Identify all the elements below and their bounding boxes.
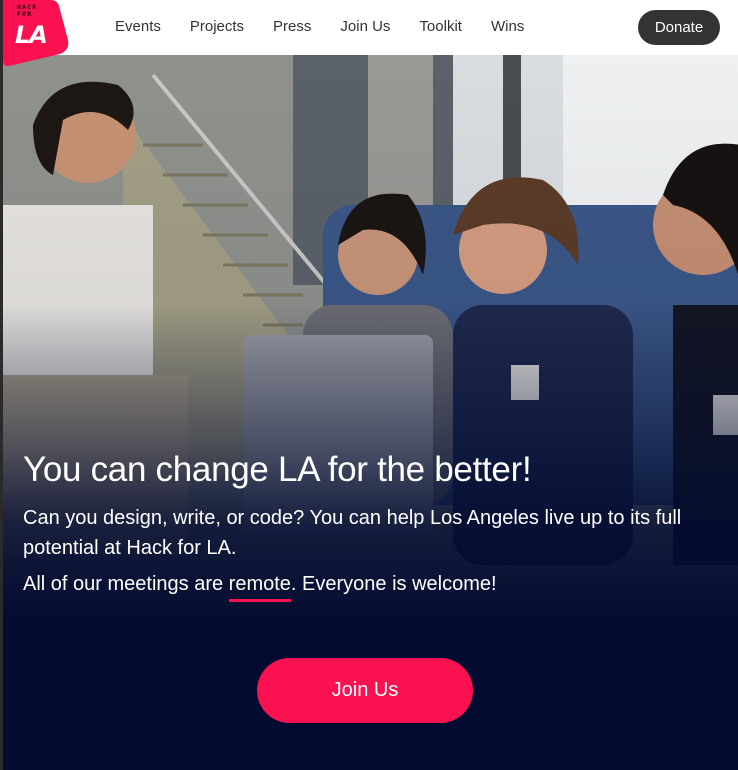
hack-for-la-logo[interactable]: HACK FOR LA [3, 0, 69, 66]
join-us-button[interactable]: Join Us [257, 658, 473, 723]
logo-text-la: LA [15, 21, 48, 49]
nav-toolkit[interactable]: Toolkit [419, 18, 462, 35]
site-header: HACK FOR LA Events Projects Press Join Us… [3, 0, 738, 66]
hero-headline: You can change LA for the better! [23, 450, 532, 489]
meetings-prefix: All of our meetings are [23, 573, 229, 595]
nav-join-us[interactable]: Join Us [340, 18, 390, 35]
hero-meetings-text: All of our meetings are remote. Everyone… [23, 573, 497, 602]
remote-highlight: remote [228, 573, 292, 602]
main-nav: Events Projects Press Join Us Toolkit Wi… [115, 18, 553, 35]
meetings-suffix: . Everyone is welcome! [290, 573, 497, 595]
donate-button[interactable]: Donate [638, 10, 720, 45]
page: HACK FOR LA Events Projects Press Join Us… [0, 0, 738, 770]
nav-projects[interactable]: Projects [190, 18, 244, 35]
nav-press[interactable]: Press [273, 18, 311, 35]
nav-wins[interactable]: Wins [491, 18, 524, 35]
logo-text-small: HACK FOR [17, 3, 38, 18]
nav-events[interactable]: Events [115, 18, 161, 35]
hero-subtitle: Can you design, write, or code? You can … [23, 507, 682, 559]
